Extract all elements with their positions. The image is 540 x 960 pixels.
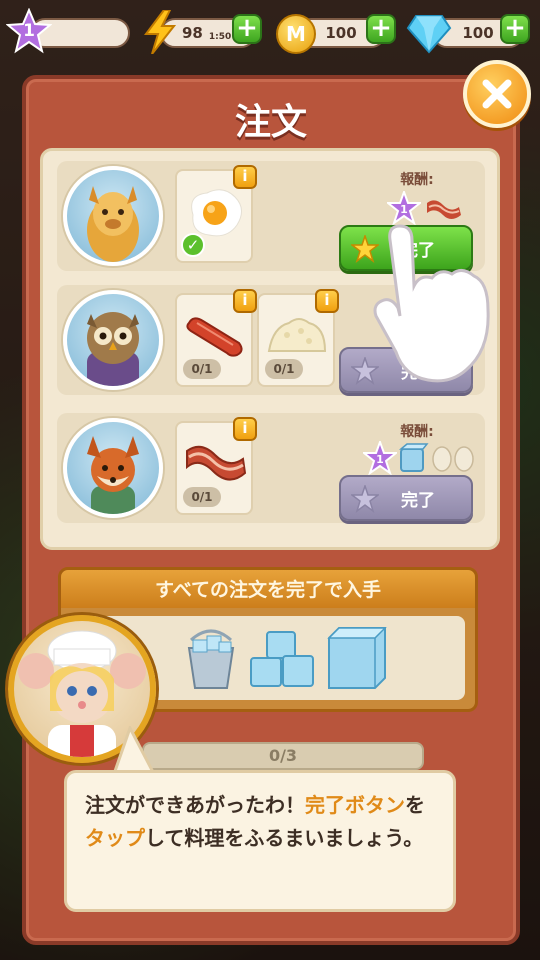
big-ice-block-icon xyxy=(327,627,387,689)
order-item-card[interactable]: i 0/1 xyxy=(175,289,257,387)
fox-customer-avatar xyxy=(63,418,163,518)
item-count: 0/1 xyxy=(183,487,221,507)
info-button[interactable]: i xyxy=(315,289,339,313)
close-icon xyxy=(482,79,512,109)
order-item-card[interactable]: i 0/1 xyxy=(257,289,339,387)
level-value: 1 xyxy=(23,21,35,41)
lightning-icon xyxy=(144,10,176,54)
level-star-icon: 1 xyxy=(6,8,52,54)
energy-timer: 1:50 xyxy=(208,32,232,42)
info-button[interactable]: i xyxy=(233,289,257,313)
dialog-highlight: タップ xyxy=(85,826,145,850)
egg-icon xyxy=(454,446,474,472)
dialog-text: して料理をふるまいましょう。 xyxy=(145,826,424,850)
reward-label: 報酬: xyxy=(400,424,434,440)
checkmark-icon: ✓ xyxy=(181,233,205,257)
energy-value: 98 xyxy=(182,24,203,42)
alpaca-customer-avatar xyxy=(63,166,163,266)
gem-value: 100 xyxy=(462,24,494,42)
complete-button-label: 完了 xyxy=(401,490,435,511)
owl-customer-avatar xyxy=(63,290,163,390)
add-gems-button[interactable]: + xyxy=(500,14,530,44)
info-button[interactable]: i xyxy=(233,165,257,189)
diamond-icon xyxy=(406,15,452,54)
item-count: 0/1 xyxy=(183,359,221,379)
speech-bubble-tail xyxy=(111,726,157,776)
reward-icons: 1 xyxy=(363,441,483,477)
order-item-card[interactable]: i 0/1 xyxy=(175,417,257,515)
reward-label: 報酬: xyxy=(400,172,434,188)
close-button[interactable] xyxy=(463,60,531,128)
add-energy-button[interactable]: + xyxy=(232,14,262,44)
svg-text:1: 1 xyxy=(400,203,408,216)
egg-icon xyxy=(432,446,452,472)
coin-icon: M xyxy=(276,14,316,54)
ice-cube-icon xyxy=(399,443,429,472)
dialog-text: 注文ができあがったわ！ xyxy=(85,793,305,817)
dialog-highlight: 完了ボタン xyxy=(305,793,405,817)
panel-title: 注文 xyxy=(234,102,307,143)
ice-cubes-icon xyxy=(250,631,314,687)
star-icon xyxy=(351,485,379,513)
ice-bucket-icon xyxy=(187,629,235,689)
star-xp-icon: 1 xyxy=(363,441,397,475)
rice-icon xyxy=(267,318,327,352)
complete-button[interactable]: 完了 xyxy=(339,475,473,521)
add-coins-button[interactable]: + xyxy=(366,14,396,44)
item-count: 0/1 xyxy=(265,359,303,379)
sausage-icon xyxy=(186,317,243,357)
tutorial-speech-bubble: 注文ができあがったわ！完了ボタンをタップして料理をふるまいましょう。 xyxy=(64,770,456,912)
dialog-text: を xyxy=(405,793,425,817)
orders-progress-bar: 0/3 xyxy=(142,742,424,770)
tutorial-hand-icon xyxy=(373,224,490,383)
coin-value: 100 xyxy=(325,24,357,42)
top-hud: 1 98 1:50 + 100 M + 100 + xyxy=(0,8,540,58)
bacon-icon xyxy=(186,445,247,481)
order-row: i 0/1 報酬: 1 完了 xyxy=(57,413,485,523)
order-item-card[interactable]: i ✓ xyxy=(175,165,257,263)
info-button[interactable]: i xyxy=(233,417,257,441)
svg-text:1: 1 xyxy=(376,453,384,466)
